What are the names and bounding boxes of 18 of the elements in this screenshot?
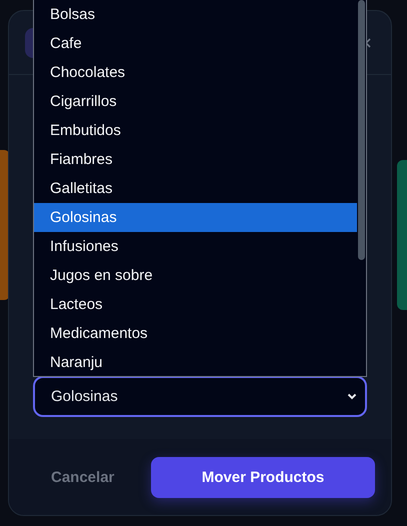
dropdown-option[interactable]: Fiambres <box>34 145 357 174</box>
dropdown-option[interactable]: Embutidos <box>34 116 357 145</box>
dropdown-option[interactable]: Galletitas <box>34 174 357 203</box>
chevron-down-icon <box>347 393 357 400</box>
dropdown-option[interactable]: Jugos en sobre <box>34 261 357 290</box>
dropdown-option[interactable]: Lacteos <box>34 290 357 319</box>
submit-button[interactable]: Mover Productos <box>151 456 375 498</box>
dropdown-option[interactable]: Bolsas <box>34 0 357 29</box>
dropdown-option[interactable]: Chocolates <box>34 58 357 87</box>
dropdown-option[interactable]: Naranju <box>34 348 357 377</box>
scrollbar-thumb[interactable] <box>358 0 365 260</box>
dropdown-option[interactable]: Infusiones <box>34 232 357 261</box>
category-select[interactable]: Golosinas <box>33 376 367 417</box>
dropdown-option[interactable]: Cigarrillos <box>34 87 357 116</box>
dropdown-option[interactable]: Medicamentos <box>34 319 357 348</box>
dropdown-option[interactable]: Golosinas <box>34 203 357 232</box>
dropdown-option[interactable]: Cafe <box>34 29 357 58</box>
cancel-button[interactable]: Cancelar <box>33 458 132 496</box>
